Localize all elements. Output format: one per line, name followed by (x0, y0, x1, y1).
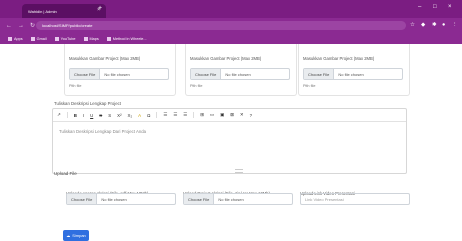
file-status: No file chosen (338, 71, 364, 77)
close-window-icon[interactable]: × (448, 4, 452, 10)
italic-button[interactable]: I (83, 113, 84, 118)
subscript-button[interactable]: X₂ (128, 113, 133, 118)
back-icon[interactable]: ← (6, 23, 12, 29)
table-button[interactable]: ⊞ (200, 112, 204, 118)
gallery-file-input[interactable]: Choose File No file chosen (190, 68, 290, 80)
strikethrough-button[interactable]: S (99, 113, 102, 118)
save-button-label: Simpan (72, 233, 86, 238)
choose-file-button[interactable]: Choose File (304, 69, 335, 79)
maps-icon (83, 36, 88, 41)
upload-heading: Upload File (54, 171, 77, 176)
menu-icon[interactable]: ⋮ (452, 22, 458, 28)
url-field[interactable]: localhost/SIMP/public/create (36, 21, 406, 30)
resize-handle-icon[interactable] (235, 169, 243, 173)
toolbar-divider (193, 112, 195, 118)
bookmark-icon (106, 36, 111, 41)
bookmark-maps[interactable]: Maps (83, 36, 99, 41)
align-button[interactable]: ☰ (183, 112, 187, 118)
video-link-placeholder: Link Video Presentasi (305, 196, 344, 202)
file-status: No file chosen (218, 196, 244, 202)
gallery-file-input[interactable]: Choose File No file chosen (69, 68, 169, 80)
editor-placeholder: Tuliskan Deskripsi Lengkap Dari Project … (59, 129, 147, 134)
new-tab-icon[interactable]: + (98, 5, 102, 12)
file-note: Pith file (190, 84, 203, 88)
file-note: Pith file (303, 84, 316, 88)
forward-icon[interactable]: → (18, 23, 24, 29)
bullet-list-button[interactable]: ☰ (163, 112, 167, 118)
gallery-card: Masukkan Gambar Project (Max 2MB) Choose… (185, 44, 297, 96)
apps-icon (8, 36, 12, 41)
choose-file-button[interactable]: Choose File (191, 69, 222, 79)
description-label: Tuliskan Deskripsi Lengkap Project (54, 101, 121, 106)
address-bar: ← → ↻ localhost/SIMP/public/create ☆ ◆ ✱… (0, 18, 462, 33)
toolbar-divider (156, 112, 158, 118)
maximize-icon[interactable]: □ (433, 4, 437, 10)
youtube-icon (54, 36, 59, 41)
url-text: localhost/SIMP/public/create (42, 23, 93, 28)
reload-icon[interactable]: ↻ (30, 22, 35, 29)
choose-file-button[interactable]: Choose File (70, 69, 101, 79)
gallery-card: Masukkan Gambar Project (Max 2MB) Choose… (298, 44, 410, 96)
cloud-upload-icon: ☁ (66, 233, 71, 238)
link-button[interactable]: ▭ (210, 112, 214, 118)
s-button[interactable]: S (108, 113, 111, 118)
text-color-button[interactable]: A (138, 113, 141, 118)
gallery-label: Masukkan Gambar Project (Max 2MB) (190, 56, 262, 61)
rich-text-editor: ↗ B I U S S X² X₂ A Ω ☰ ☰ ☰ ⊞ ▭ ▣ ⊠ ✕ ? … (52, 108, 407, 174)
minimize-icon[interactable]: – (418, 4, 421, 10)
choose-file-button[interactable]: Choose File (67, 194, 98, 204)
bookmark-method[interactable]: Method in Wheele... (106, 36, 147, 41)
image-button[interactable]: ▣ (220, 112, 224, 118)
file-status: No file chosen (104, 71, 130, 77)
gallery-card: Masukkan Gambar Project (Max 2MB) Choose… (64, 44, 176, 96)
puzzle-icon[interactable]: ✱ (432, 22, 437, 28)
gallery-file-input[interactable]: Choose File No file chosen (303, 68, 403, 80)
gallery-label: Masukkan Gambar Project (Max 2MB) (303, 56, 375, 61)
superscript-button[interactable]: X² (117, 113, 121, 118)
bookmark-gmail[interactable]: Gmail (30, 36, 47, 41)
star-icon[interactable]: ☆ (410, 22, 415, 28)
bookmarks-bar: Apps Gmail YouTube Maps Method in Wheele… (0, 33, 462, 44)
editor-textarea[interactable]: Tuliskan Deskripsi Lengkap Dari Project … (53, 122, 406, 175)
bold-button[interactable]: B (74, 113, 77, 118)
browser-titlebar: Wahidin | Admin × + – □ × (0, 0, 462, 18)
project-file-input[interactable]: Choose File No file chosen (183, 193, 293, 205)
gmail-icon (30, 36, 35, 41)
file-status: No file chosen (225, 71, 251, 77)
media-button[interactable]: ⊠ (230, 112, 234, 118)
editor-toolbar: ↗ B I U S S X² X₂ A Ω ☰ ☰ ☰ ⊞ ▭ ▣ ⊠ ✕ ? (53, 109, 406, 122)
save-button[interactable]: ☁ Simpan (63, 230, 89, 241)
choose-file-button[interactable]: Choose File (184, 194, 215, 204)
video-link-input[interactable]: Link Video Presentasi (300, 193, 410, 205)
gallery-label: Masukkan Gambar Project (Max 2MB) (69, 56, 141, 61)
bookmark-apps[interactable]: Apps (8, 36, 23, 41)
extension-icon[interactable]: ◆ (421, 22, 425, 28)
page-content: Masukkan Gambar Project (Max 2MB) Choose… (0, 44, 462, 241)
laporan-file-input[interactable]: Choose File No file chosen (66, 193, 176, 205)
underline-button[interactable]: U (90, 113, 93, 118)
tab-title: Wahidin | Admin (28, 8, 57, 14)
number-list-button[interactable]: ☰ (173, 112, 177, 118)
help-button[interactable]: ? (250, 113, 252, 118)
toolbar-divider (66, 112, 68, 118)
bookmark-youtube[interactable]: YouTube (54, 36, 76, 41)
file-note: Pith file (69, 84, 82, 88)
profile-icon[interactable]: ● (442, 22, 445, 28)
file-status: No file chosen (101, 196, 127, 202)
special-char-button[interactable]: Ω (147, 113, 150, 118)
browser-tab[interactable]: Wahidin | Admin × (22, 4, 106, 18)
fullscreen-button[interactable]: ✕ (240, 112, 244, 118)
pencil-icon[interactable]: ↗ (57, 112, 61, 118)
